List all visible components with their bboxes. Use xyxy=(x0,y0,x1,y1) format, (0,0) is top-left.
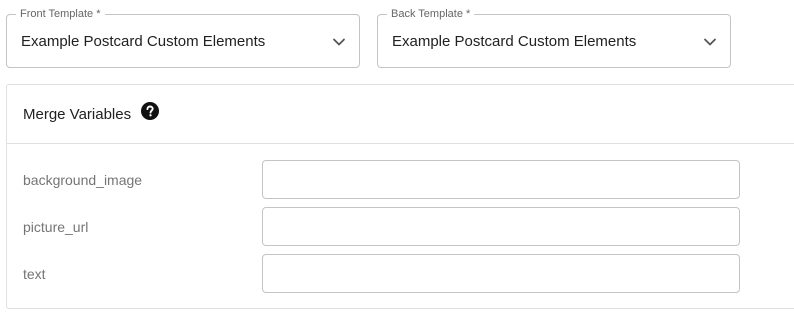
help-circle-icon[interactable] xyxy=(141,102,159,120)
front-template-value: Example Postcard Custom Elements xyxy=(21,33,266,50)
merge-variable-row: text xyxy=(7,254,794,294)
front-template-select[interactable]: Front Template * Example Postcard Custom… xyxy=(6,7,360,68)
chevron-down-icon[interactable] xyxy=(702,34,718,50)
background-image-input[interactable] xyxy=(262,160,740,199)
front-template-label: Front Template * xyxy=(16,7,105,21)
merge-variables-header: Merge Variables xyxy=(7,85,794,144)
merge-variables-title: Merge Variables xyxy=(23,106,132,123)
chevron-down-icon[interactable] xyxy=(331,34,347,50)
picture-url-input[interactable] xyxy=(262,207,740,246)
text-input[interactable] xyxy=(262,254,740,293)
back-template-value: Example Postcard Custom Elements xyxy=(392,33,637,50)
merge-variable-label: background_image xyxy=(23,172,143,188)
merge-variable-label: picture_url xyxy=(23,219,89,235)
back-template-select[interactable]: Back Template * Example Postcard Custom … xyxy=(377,7,731,68)
merge-variable-row: picture_url xyxy=(7,207,794,247)
merge-variable-row: background_image xyxy=(7,160,794,200)
merge-variable-label: text xyxy=(23,266,46,282)
merge-variables-panel: Merge Variables background_image picture… xyxy=(6,84,794,309)
page: Front Template * Example Postcard Custom… xyxy=(0,0,794,316)
back-template-label: Back Template * xyxy=(387,7,475,21)
